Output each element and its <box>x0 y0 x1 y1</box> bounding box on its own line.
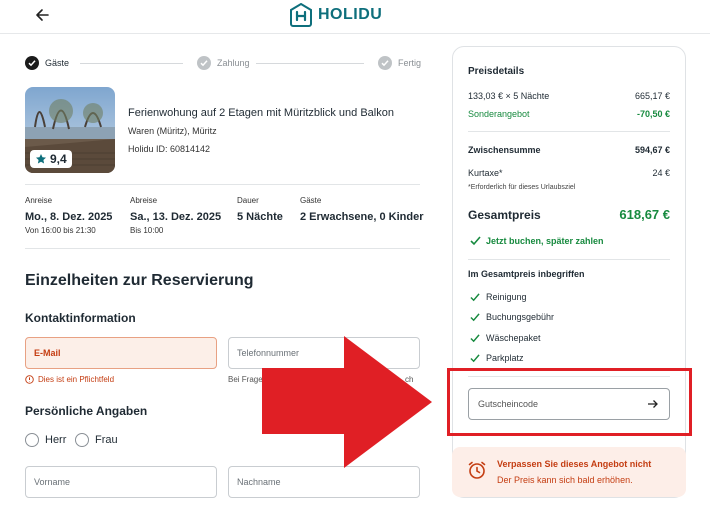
check-icon <box>197 56 211 70</box>
rating-value: 9,4 <box>50 152 67 166</box>
departure-date: Sa., 13. Dez. 2025 <box>130 211 222 223</box>
nightly-value: 665,17 € <box>634 91 670 101</box>
radio-circle[interactable] <box>25 433 39 447</box>
radio-mr[interactable]: Herr <box>25 433 66 447</box>
check-icon <box>470 312 480 321</box>
email-error-text: Dies ist ein Pflichtfeld <box>38 375 115 384</box>
nightly-row: 133,03 € × 5 Nächte 665,17 € <box>468 91 670 101</box>
arrival-date: Mo., 8. Dez. 2025 <box>25 211 113 223</box>
alert-title: Verpassen Sie dieses Angebot nicht <box>497 459 652 469</box>
tourist-tax-note: *Erforderlich für dieses Urlaubsziel <box>468 184 576 191</box>
stepper-line <box>256 63 364 64</box>
duration-label: Dauer <box>237 196 259 205</box>
tourist-tax-row: Kurtaxe* 24 € <box>468 168 670 178</box>
alert-subtitle: Der Preis kann sich bald erhöhen. <box>497 475 633 485</box>
radio-ms-label: Frau <box>95 434 118 446</box>
subtotal-row: Zwischensumme 594,67 € <box>468 145 670 155</box>
departure-info: Abreise Sa., 13. Dez. 2025 Bis 10:00 <box>130 196 221 235</box>
offer-alert: Verpassen Sie dieses Angebot nicht Der P… <box>452 447 686 497</box>
price-details-title: Preisdetails <box>468 66 525 77</box>
departure-label: Abreise <box>130 196 158 205</box>
email-error: Dies ist ein Pflichtfeld <box>25 375 114 384</box>
contact-heading: Kontaktinformation <box>25 311 136 325</box>
check-icon <box>25 56 39 70</box>
divider <box>468 259 670 260</box>
voucher-placeholder: Gutscheincode <box>478 399 539 409</box>
tourist-tax-value: 24 € <box>652 168 670 178</box>
step-label: Zahlung <box>217 58 250 68</box>
divider <box>468 131 670 132</box>
included-item: Reinigung <box>470 292 527 302</box>
radio-mr-label: Herr <box>45 434 67 446</box>
subtotal-label: Zwischensumme <box>468 145 541 155</box>
special-offer-row: Sonderangebot -70,50 € <box>468 109 670 119</box>
included-item: Buchungsgebühr <box>470 312 554 322</box>
property-image[interactable]: 9,4 <box>25 87 115 173</box>
property-id: Holidu ID: 60814142 <box>128 144 211 154</box>
radio-ms[interactable]: Frau <box>75 433 118 447</box>
divider <box>25 248 420 249</box>
total-row: Gesamtpreis 618,67 € <box>468 207 670 222</box>
departure-time: Bis 10:00 <box>130 226 164 235</box>
check-icon <box>470 333 480 342</box>
arrival-label: Anreise <box>25 196 53 205</box>
reservation-heading: Einzelheiten zur Reservierung <box>25 272 254 289</box>
step-done: Fertig <box>378 56 421 70</box>
divider <box>25 184 420 185</box>
pay-later-note: Jetzt buchen, später zahlen <box>470 236 604 246</box>
step-payment: Zahlung <box>197 56 250 70</box>
alarm-clock-icon <box>468 461 486 479</box>
pay-later-text: Jetzt buchen, später zahlen <box>486 236 604 246</box>
rating-badge: 9,4 <box>30 150 72 168</box>
email-field[interactable]: E-Mail <box>25 337 217 369</box>
brand-logo[interactable]: HOLIDU <box>290 2 382 28</box>
included-item-label: Wäschepaket <box>486 333 541 343</box>
duration-value: 5 Nächte <box>237 211 283 223</box>
included-item-label: Buchungsgebühr <box>486 312 555 322</box>
red-arrow-annotation <box>262 336 432 468</box>
step-guests: Gäste <box>25 56 69 70</box>
arrival-time: Von 16:00 bis 21:30 <box>25 226 96 235</box>
guests-value: 2 Erwachsene, 0 Kinder <box>300 211 424 223</box>
voucher-input[interactable]: Gutscheincode <box>468 388 670 420</box>
holidu-logo-icon <box>290 3 312 27</box>
special-offer-label: Sonderangebot <box>468 109 530 119</box>
back-arrow-icon[interactable] <box>33 5 53 25</box>
total-value: 618,67 € <box>619 207 670 222</box>
included-item: Parkplatz <box>470 353 524 363</box>
lastname-field[interactable]: Nachname <box>228 466 420 498</box>
phone-hint: Bei Frage <box>228 375 263 384</box>
radio-circle[interactable] <box>75 433 89 447</box>
guests-label: Gäste <box>300 196 322 205</box>
arrival-info: Anreise Mo., 8. Dez. 2025 Von 16:00 bis … <box>25 196 112 235</box>
check-icon <box>470 292 480 301</box>
total-label: Gesamtpreis <box>468 208 541 222</box>
brand-name: HOLIDU <box>318 6 383 23</box>
check-icon <box>378 56 392 70</box>
subtotal-value: 594,67 € <box>634 145 670 155</box>
check-icon <box>470 353 480 362</box>
error-icon <box>25 375 34 384</box>
duration-info: Dauer 5 Nächte <box>237 196 283 223</box>
included-item: Wäschepaket <box>470 333 541 343</box>
included-item-label: Reinigung <box>486 292 527 302</box>
included-title: Im Gesamtpreis inbegriffen <box>468 269 585 279</box>
property-location: Waren (Müritz), Müritz <box>128 126 217 136</box>
firstname-field[interactable]: Vorname <box>25 466 217 498</box>
step-label: Fertig <box>398 58 422 68</box>
step-label: Gäste <box>45 58 70 68</box>
star-icon <box>36 154 46 164</box>
arrow-right-icon[interactable] <box>647 399 659 409</box>
nightly-label: 133,03 € × 5 Nächte <box>468 91 550 101</box>
personal-heading: Persönliche Angaben <box>25 404 148 418</box>
guests-info: Gäste 2 Erwachsene, 0 Kinder <box>300 196 424 223</box>
property-title: Ferienwohung auf 2 Etagen mit Müritzblic… <box>128 107 394 119</box>
top-bar: HOLIDU <box>0 0 710 34</box>
included-item-label: Parkplatz <box>486 353 524 363</box>
special-offer-value: -70,50 € <box>636 109 670 119</box>
stepper-line <box>80 63 183 64</box>
check-icon <box>470 236 481 246</box>
tourist-tax-label: Kurtaxe* <box>468 168 503 178</box>
